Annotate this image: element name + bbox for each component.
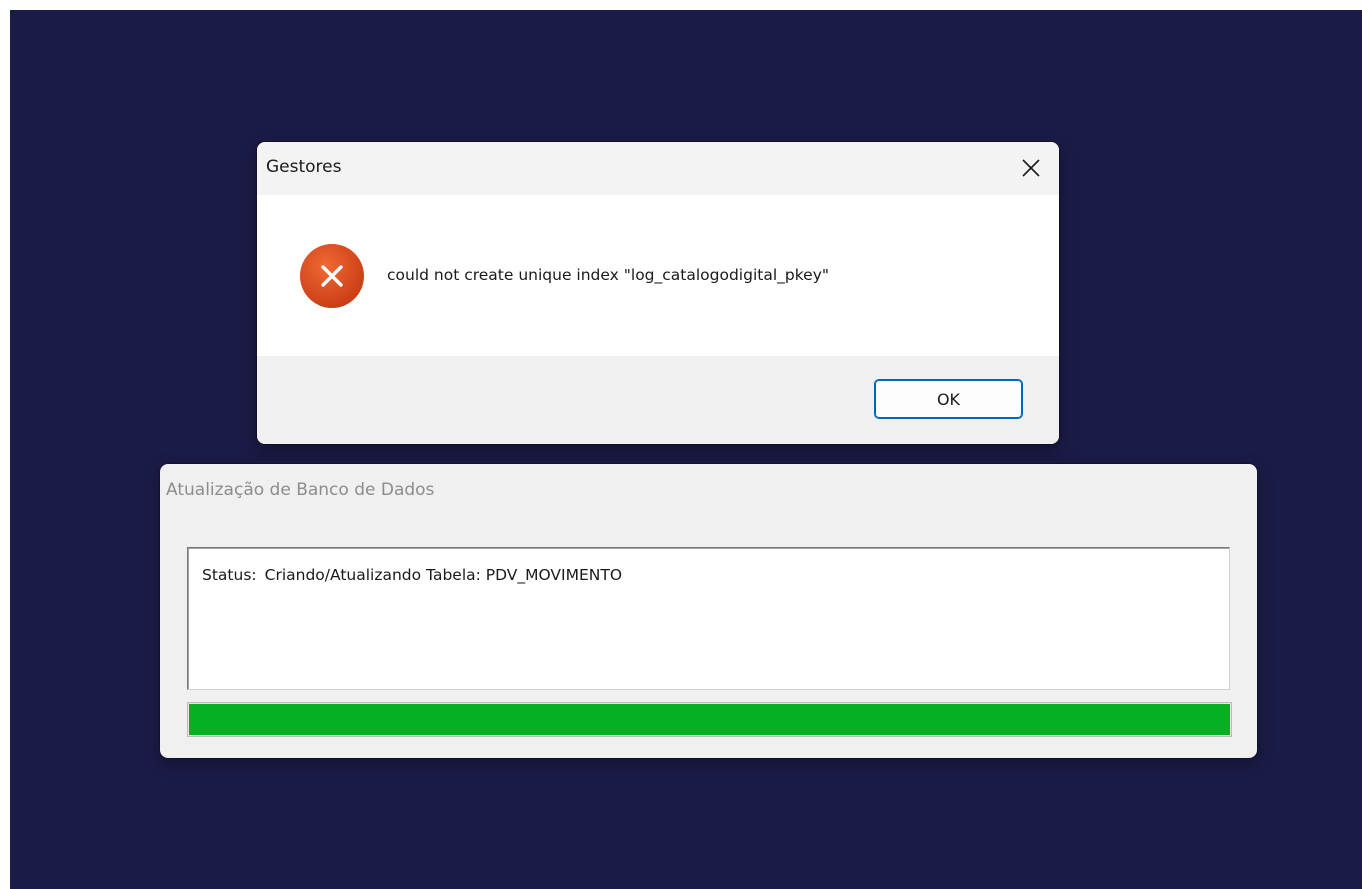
- close-icon: [1022, 159, 1040, 177]
- progress-bar-fill: [189, 704, 1230, 735]
- dialog-body: could not create unique index "log_catal…: [257, 195, 1059, 356]
- database-update-window: Atualização de Banco de Dados Status: Cri…: [160, 464, 1257, 758]
- ok-button[interactable]: OK: [874, 379, 1023, 419]
- status-panel: Status: Criando/Atualizando Tabela: PDV_M…: [187, 547, 1230, 690]
- desktop-background: Gestores could not create unique index "…: [10, 10, 1362, 889]
- error-dialog: Gestores could not create unique index "…: [257, 142, 1059, 444]
- status-line: Status: Criando/Atualizando Tabela: PDV_M…: [202, 566, 622, 584]
- close-button[interactable]: [1003, 142, 1059, 195]
- progress-bar: [187, 702, 1232, 737]
- dialog-title: Gestores: [266, 157, 342, 177]
- status-label: Status:: [202, 566, 257, 584]
- error-message: could not create unique index "log_catal…: [387, 266, 829, 284]
- status-text: Criando/Atualizando Tabela: PDV_MOVIMENT…: [264, 566, 623, 584]
- window-title: Atualização de Banco de Dados: [166, 480, 435, 500]
- dialog-titlebar: Gestores: [257, 142, 1059, 195]
- dialog-footer: OK: [257, 356, 1059, 444]
- error-icon: [300, 244, 364, 308]
